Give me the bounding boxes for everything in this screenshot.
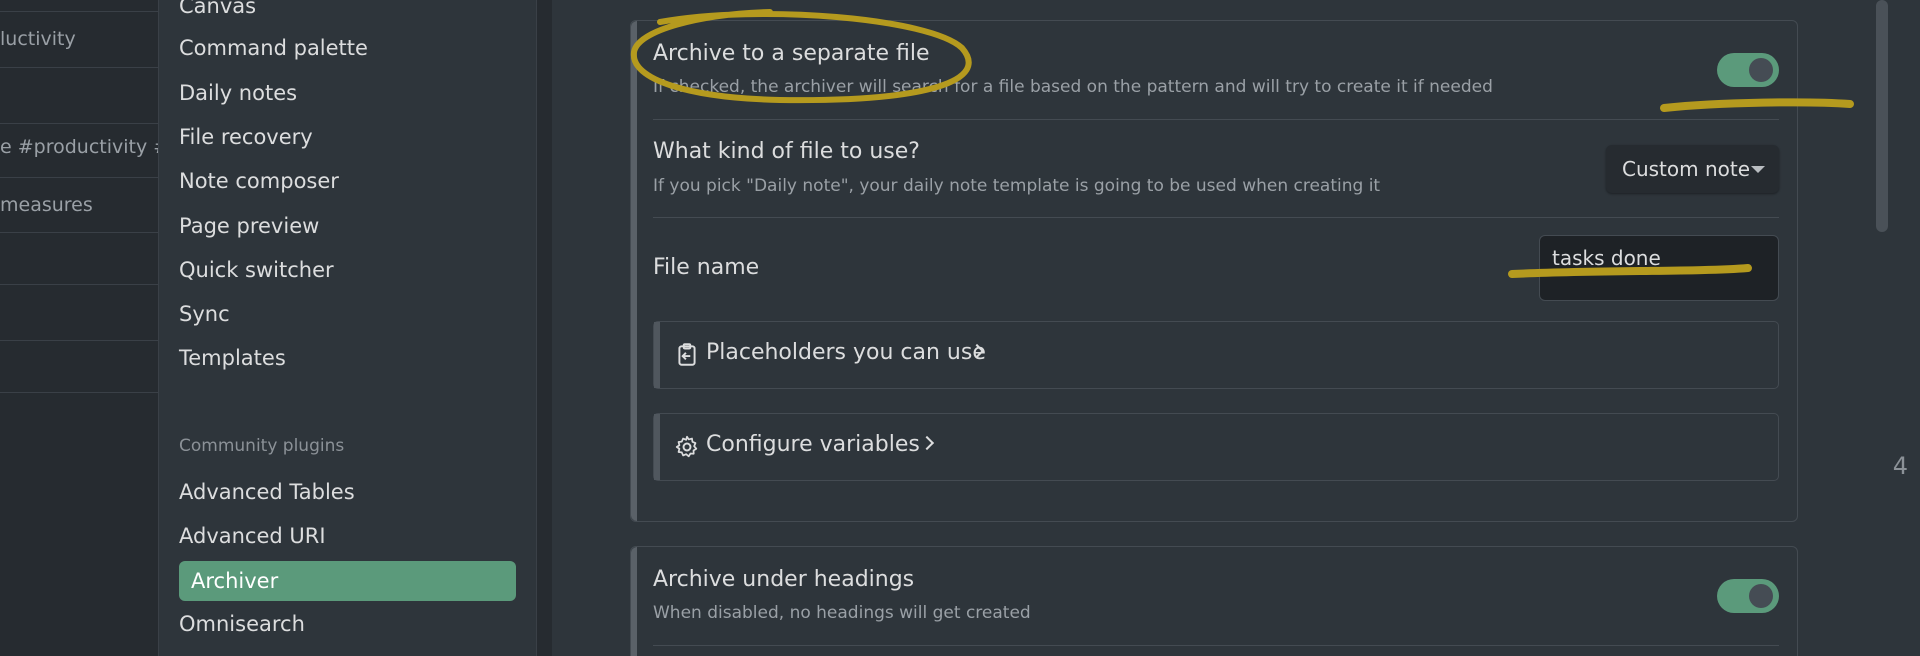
note-row[interactable]: measures	[0, 178, 158, 233]
note-row[interactable]: luctivity	[0, 12, 158, 68]
note-row[interactable]	[0, 233, 158, 285]
setting-name: Archive under headings	[653, 567, 915, 592]
sidebar-item-daily-notes[interactable]: Daily notes	[179, 81, 297, 105]
setting-description: If checked, the archiver will search for…	[653, 77, 1493, 97]
sidebar-item-advanced-uri[interactable]: Advanced URI	[179, 524, 326, 548]
sidebar-item-page-preview[interactable]: Page preview	[179, 214, 319, 238]
variables-label: Configure variables	[706, 432, 920, 457]
settings-content: Archive to a separate file If checked, t…	[552, 0, 1920, 656]
sidebar-item-canvas[interactable]: Canvas	[179, 0, 256, 18]
sidebar-item-archiver[interactable]: Archiver	[179, 561, 516, 601]
setting-name: File name	[653, 255, 760, 280]
panel-accent-bar	[631, 547, 637, 656]
scrollbar[interactable]	[1876, 0, 1888, 232]
setting-name: What kind of file to use?	[653, 139, 920, 164]
row-divider	[653, 119, 1779, 120]
toggle-knob	[1749, 58, 1773, 82]
note-row-text: measures	[0, 194, 93, 216]
note-row[interactable]	[0, 341, 158, 393]
setting-description: If you pick "Daily note", your daily not…	[653, 176, 1381, 196]
pane-divider	[536, 0, 552, 656]
row-divider	[653, 217, 1779, 218]
archive-headings-toggle[interactable]	[1717, 579, 1779, 613]
gear-icon	[675, 435, 698, 458]
note-row[interactable]	[0, 68, 158, 124]
setting-description: When disabled, no headings will get crea…	[653, 603, 1031, 623]
toggle-knob	[1749, 584, 1773, 608]
setting-name: Archive to a separate file	[653, 41, 930, 66]
collapsible-bar	[654, 414, 660, 480]
archive-headings-panel: Archive under headings When disabled, no…	[630, 546, 1798, 656]
placeholders-label: Placeholders you can use	[706, 340, 986, 365]
chevron-right-icon	[919, 435, 935, 451]
sidebar-item-command-palette[interactable]: Command palette	[179, 36, 368, 60]
sidebar-item-sync[interactable]: Sync	[179, 302, 230, 326]
file-name-input[interactable]: tasks done	[1539, 235, 1779, 301]
note-row[interactable]	[0, 0, 158, 12]
file-kind-dropdown[interactable]: Custom note	[1606, 145, 1779, 193]
note-row[interactable]: e #productivity #art	[0, 124, 158, 178]
notes-list-pane: luctivity e #productivity #art measures	[0, 0, 158, 656]
chevron-down-icon	[1751, 166, 1765, 173]
note-row[interactable]	[0, 285, 158, 341]
sidebar-item-templates[interactable]: Templates	[179, 346, 286, 370]
clipboard-icon	[678, 343, 696, 366]
dropdown-value: Custom note	[1622, 157, 1751, 181]
row-divider	[653, 645, 1779, 646]
sidebar-item-file-recovery[interactable]: File recovery	[179, 125, 313, 149]
note-row-text: luctivity	[0, 28, 76, 50]
settings-sidebar: Canvas Command palette Daily notes File …	[158, 0, 536, 656]
sidebar-item-advanced-tables[interactable]: Advanced Tables	[179, 480, 355, 504]
panel-accent-bar	[631, 21, 637, 521]
note-row-text: e #productivity #art	[0, 136, 158, 158]
page-number: 4	[1892, 452, 1908, 480]
collapsible-bar	[654, 322, 660, 388]
archive-separate-file-toggle[interactable]	[1717, 53, 1779, 87]
placeholders-collapsible[interactable]: Placeholders you can use	[653, 321, 1779, 389]
sidebar-item-note-composer[interactable]: Note composer	[179, 169, 339, 193]
sidebar-item-quick-switcher[interactable]: Quick switcher	[179, 258, 334, 282]
sidebar-item-omnisearch[interactable]: Omnisearch	[179, 612, 305, 636]
archive-file-settings-panel: Archive to a separate file If checked, t…	[630, 20, 1798, 522]
variables-collapsible[interactable]: Configure variables	[653, 413, 1779, 481]
community-plugins-heading: Community plugins	[179, 436, 345, 456]
